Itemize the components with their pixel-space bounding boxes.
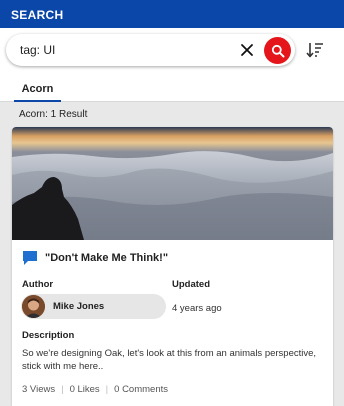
search-input[interactable]: tag: UI xyxy=(6,34,295,66)
tab-acorn[interactable]: Acorn xyxy=(14,73,61,102)
description-text: So we're designing Oak, let's look at th… xyxy=(22,348,317,372)
page-title: SEARCH xyxy=(11,8,64,22)
search-area: tag: UI xyxy=(0,28,344,73)
stats-divider: | xyxy=(61,384,64,395)
search-query-text[interactable]: tag: UI xyxy=(20,43,55,57)
updated-value: 4 years ago xyxy=(172,303,222,314)
comments-count: 0 Comments xyxy=(114,384,168,395)
card-image xyxy=(12,127,333,240)
card-title-row: "Don't Make Me Think!" xyxy=(22,250,168,266)
close-icon xyxy=(241,44,253,56)
stats-divider: | xyxy=(105,384,109,395)
tab-bar: Acorn xyxy=(0,73,344,102)
card-stats: 3 Views | 0 Likes | 0 Comments xyxy=(22,384,168,395)
search-button[interactable] xyxy=(264,37,291,64)
avatar xyxy=(22,295,45,318)
updated-label: Updated xyxy=(172,279,210,290)
card-title[interactable]: "Don't Make Me Think!" xyxy=(45,252,168,264)
views-count: 3 Views xyxy=(22,384,56,395)
result-card[interactable]: "Don't Make Me Think!" Author Updated Mi… xyxy=(12,127,333,406)
author-chip[interactable]: Mike Jones xyxy=(21,294,166,319)
search-icon xyxy=(271,44,284,57)
author-label: Author xyxy=(22,279,54,290)
description-label: Description xyxy=(22,330,75,341)
sort-button[interactable] xyxy=(305,40,325,60)
clear-search-button[interactable] xyxy=(239,42,255,58)
author-name: Mike Jones xyxy=(53,301,105,312)
likes-count: 0 Likes xyxy=(69,384,100,395)
result-summary: Acorn: 1 Result xyxy=(19,109,88,120)
chat-bubble-icon xyxy=(23,251,37,265)
sort-icon xyxy=(306,43,323,58)
app-header: SEARCH xyxy=(0,0,344,28)
